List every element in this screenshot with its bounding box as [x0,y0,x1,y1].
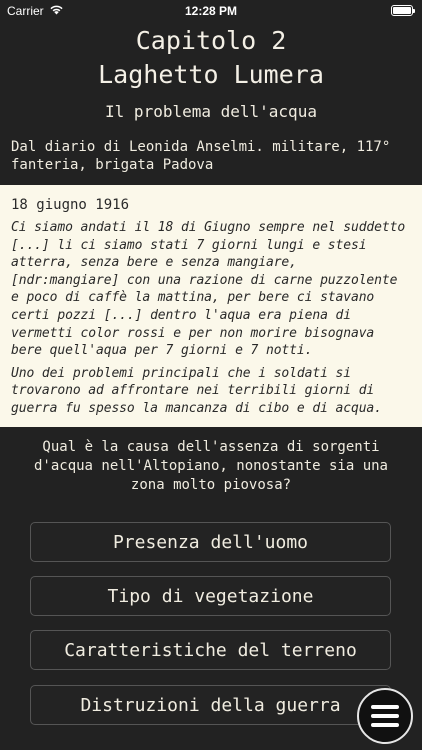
answer-button-2[interactable]: Tipo di vegetazione [30,576,391,616]
quiz-question: Qual è la causa dell'assenza di sorgenti… [33,439,388,493]
diary-excerpt-panel: 18 giugno 1916 Ci siamo andati il 18 di … [0,185,422,427]
chapter-heading: Capitolo 2 Laghetto Lumera [0,24,422,92]
menu-button[interactable] [357,688,413,744]
diary-note: Uno dei problemi principali che i soldat… [11,365,382,416]
answer-button-4[interactable]: Distruzioni della guerra [30,685,391,725]
diary-quote: Ci siamo andati il 18 di Giugno sempre n… [11,220,406,359]
chapter-number: Capitolo 2 [135,26,287,55]
status-time: 12:28 PM [184,4,238,18]
battery-icon [391,5,415,16]
status-bar: Carrier 12:28 PM [0,0,422,22]
chapter-place: Laghetto Lumera [98,60,324,89]
answer-button-3[interactable]: Caratteristiche del terreno [30,630,391,670]
chapter-subtitle: Il problema dell'acqua [105,102,317,121]
hamburger-menu-icon [371,705,399,709]
diary-source-intro: Dal diario di Leonida Anselmi. militare,… [11,139,391,173]
diary-date: 18 giugno 1916 [11,197,130,213]
answer-button-1[interactable]: Presenza dell'uomo [30,522,391,562]
